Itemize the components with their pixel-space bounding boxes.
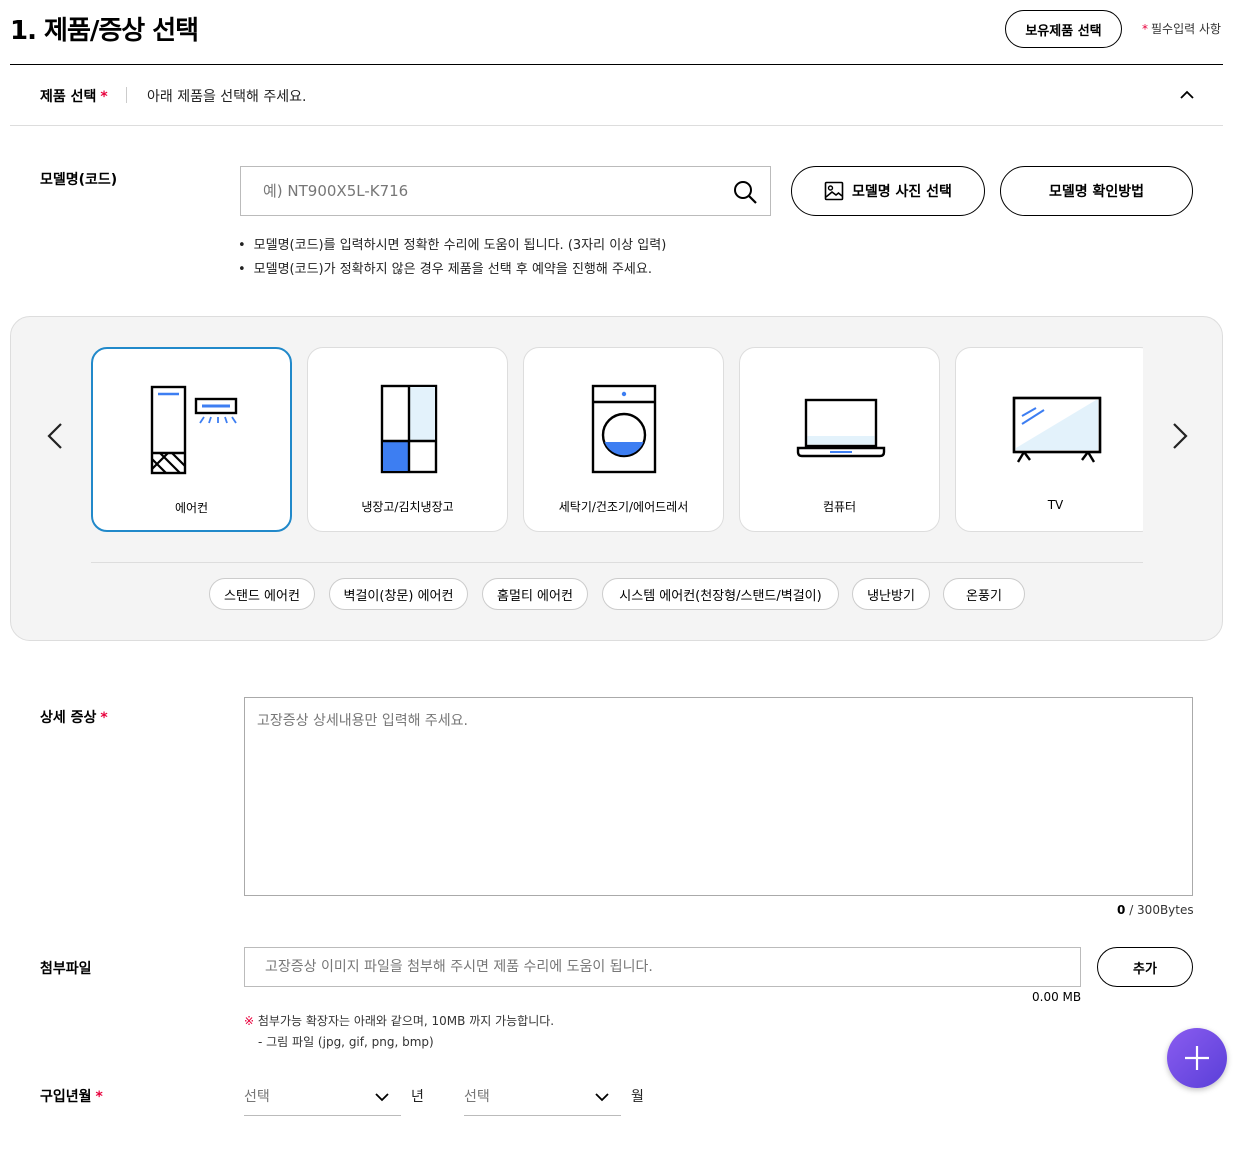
year-select[interactable]: 선택: [244, 1080, 401, 1116]
chevron-right-icon[interactable]: [1164, 421, 1194, 451]
subcategory-chip[interactable]: 스탠드 에어컨: [209, 578, 315, 610]
model-note: 모델명(코드)가 정확하지 않은 경우 제품을 선택 후 예약을 진행해 주세요…: [238, 258, 666, 282]
model-notes: 모델명(코드)를 입력하시면 정확한 수리에 도움이 됩니다. (3자리 이상 …: [238, 234, 667, 282]
laptop-icon: [796, 398, 885, 458]
add-file-button[interactable]: 추가: [1097, 947, 1193, 987]
subcategory-chip[interactable]: 시스템 에어컨(천장형/스탠드/벽걸이): [602, 578, 839, 610]
divider: [126, 87, 127, 103]
required-note-text: 필수입력 사항: [1151, 22, 1222, 36]
category-label: TV: [1047, 498, 1064, 512]
model-search-input[interactable]: [241, 167, 711, 215]
category-label: 세탁기/건조기/에어드레서: [558, 500, 689, 514]
panel-divider: [91, 562, 1143, 563]
category-card-tv[interactable]: TV: [955, 347, 1143, 532]
subcategory-chip[interactable]: 홈멀티 에어컨: [482, 578, 588, 610]
attachment-note-line1: ※ 첨부가능 확장자는 아래와 같으며, 10MB 까지 가능합니다.: [244, 1014, 555, 1028]
category-card-refrigerator[interactable]: 냉장고/김치냉장고: [307, 347, 508, 532]
model-photo-select-label: 모델명 사진 선택: [852, 184, 952, 200]
subcategory-chip[interactable]: 벽걸이(창문) 에어컨: [329, 578, 468, 610]
month-unit: 월: [631, 1089, 644, 1105]
attachment-input[interactable]: [245, 948, 1080, 986]
byte-counter: 0 / 300Bytes: [1117, 903, 1194, 917]
model-photo-select-button[interactable]: 모델명 사진 선택: [791, 166, 985, 216]
symptom-box: [244, 697, 1193, 896]
chevron-down-icon: [595, 1093, 609, 1102]
year-select-value: 선택: [244, 1089, 270, 1105]
required-note: * 필수입력 사항: [1142, 20, 1221, 37]
model-howto-button[interactable]: 모델명 확인방법: [1000, 166, 1193, 216]
subcategory-chip[interactable]: 온풍기: [943, 578, 1025, 610]
model-label: 모델명(코드): [40, 172, 118, 188]
owned-products-button[interactable]: 보유제품 선택: [1005, 10, 1122, 48]
air-conditioner-icon: [150, 385, 237, 475]
attachment-note-line2: - 그림 파일 (jpg, gif, png, bmp): [258, 1035, 434, 1049]
washing-machine-icon: [591, 384, 656, 474]
tv-icon: [1012, 396, 1101, 463]
category-card-computer[interactable]: 컴퓨터: [739, 347, 940, 532]
category-card-washing-machine[interactable]: 세탁기/건조기/에어드레서: [523, 347, 724, 532]
model-note: 모델명(코드)를 입력하시면 정확한 수리에 도움이 됩니다. (3자리 이상 …: [238, 234, 667, 258]
category-label: 에어컨: [174, 501, 209, 515]
required-star: *: [1142, 22, 1148, 36]
category-label: 컴퓨터: [822, 500, 857, 514]
year-unit: 년: [411, 1089, 424, 1105]
chevron-down-icon: [375, 1093, 389, 1102]
product-select-hint: 아래 제품을 선택해 주세요.: [147, 89, 307, 105]
refrigerator-icon: [380, 384, 437, 474]
purchase-label: 구입년월 *: [40, 1089, 103, 1105]
attachment-notes: ※ 첨부가능 확장자는 아래와 같으며, 10MB 까지 가능합니다. - 그림…: [244, 1011, 554, 1053]
category-card-air-conditioner[interactable]: 에어컨: [91, 347, 292, 532]
attachment-box: [244, 947, 1081, 987]
month-select-value: 선택: [464, 1089, 490, 1105]
category-carousel: 에어컨 냉장고/김치냉장고 세탁기/건조기/에어드레서 컴퓨터 TV: [91, 347, 1143, 533]
symptom-textarea[interactable]: [245, 698, 1192, 895]
attachment-label: 첨부파일: [40, 961, 92, 977]
note-mark: ※: [244, 1014, 255, 1028]
image-icon: [824, 181, 844, 201]
symptom-label: 상세 증상 *: [40, 710, 108, 726]
category-label: 냉장고/김치냉장고: [361, 500, 454, 514]
byte-limit: / 300Bytes: [1129, 903, 1194, 917]
product-select-row[interactable]: 제품 선택 * 아래 제품을 선택해 주세요.: [10, 65, 1223, 126]
product-select-label: 제품 선택 *: [40, 89, 108, 105]
plus-icon: [1185, 1046, 1209, 1070]
model-search-box: [240, 166, 771, 216]
search-icon[interactable]: [732, 179, 758, 205]
page-title: 1. 제품/증상 선택: [10, 16, 199, 46]
floating-add-button[interactable]: [1167, 1028, 1227, 1088]
chevron-up-icon[interactable]: [1178, 86, 1196, 104]
byte-count: 0: [1117, 903, 1126, 917]
category-panel: 에어컨 냉장고/김치냉장고 세탁기/건조기/에어드레서 컴퓨터 TV 스탠드 에…: [10, 316, 1223, 641]
subcategory-chip[interactable]: 냉난방기: [852, 578, 930, 610]
file-size: 0.00 MB: [1032, 990, 1082, 1004]
month-select[interactable]: 선택: [464, 1080, 621, 1116]
chevron-left-icon[interactable]: [41, 421, 71, 451]
